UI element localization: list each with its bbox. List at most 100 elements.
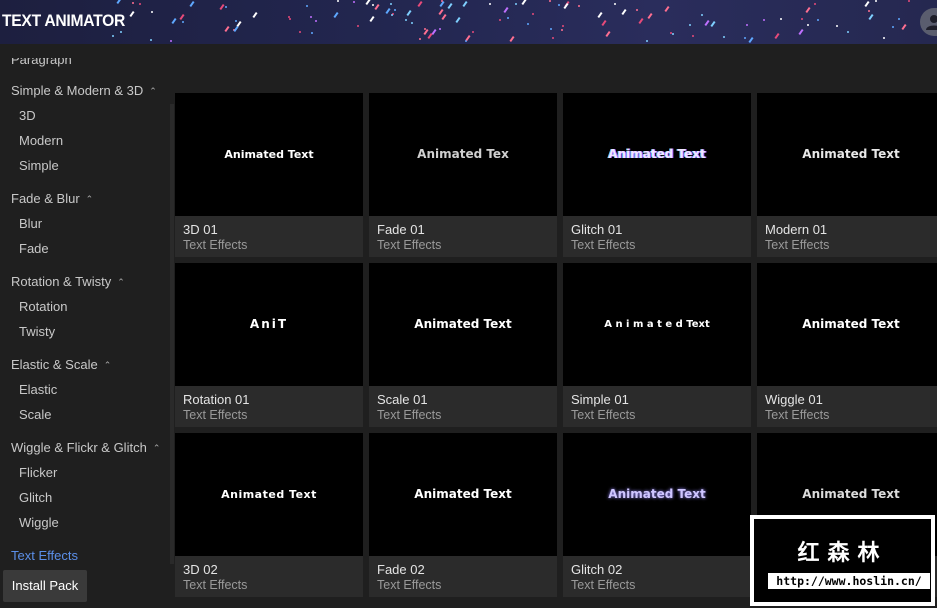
effect-card[interactable]: Animated Text Wiggle 01 Text Effects [757,263,937,427]
sidebar-item-flicker[interactable]: Flicker [19,465,57,480]
effect-card[interactable]: Animated Text Glitch 01 Text Effects [563,93,751,257]
sidebar-item-blur[interactable]: Blur [19,216,42,231]
header-confetti [225,6,227,8]
install-pack-button[interactable]: Install Pack [3,570,87,602]
header-confetti [139,3,141,5]
effect-card-title: Wiggle 01 [765,392,823,407]
header-confetti [748,36,754,44]
sidebar-scrollbar[interactable] [170,104,174,564]
header-confetti [723,36,725,38]
header-confetti [499,19,501,21]
header-confetti [311,32,313,34]
effect-preview-text: Animated Text [608,147,706,161]
sidebar-category-paragraph[interactable]: Paragraph [11,58,72,67]
effect-card[interactable]: Animated Tex Fade 01 Text Effects [369,93,557,257]
header-confetti [701,14,703,16]
app-title: TEXT ANIMATOR [2,11,125,30]
effect-card-title: 3D 02 [183,562,218,577]
effect-preview-thumbnail[interactable]: Animated Tex [369,93,557,216]
sidebar-category-label: Fade & Blur [11,191,80,206]
header-confetti [780,18,782,20]
effect-card-subtitle: Text Effects [183,578,248,592]
chevron-up-icon: ⌃ [103,360,112,370]
header-confetti [883,37,885,39]
header-confetti [235,20,237,22]
header-confetti [515,3,517,5]
effect-card-subtitle: Text Effects [377,408,442,422]
sidebar-category-wiggle-flickr-glitch[interactable]: Wiggle & Flickr & Glitch ⌃ [11,440,160,455]
effect-preview-thumbnail[interactable]: Animated Text [757,263,937,386]
effect-preview-thumbnail[interactable]: Animated Text [175,433,363,556]
header-confetti [807,24,809,26]
header-confetti [417,0,423,8]
header-confetti [646,40,648,42]
header-confetti [597,11,603,19]
effect-card-subtitle: Text Effects [377,238,442,252]
effect-preview-thumbnail[interactable]: AniT [175,263,363,386]
sidebar-item-fade[interactable]: Fade [19,241,49,256]
header-confetti [374,3,380,11]
sidebar-item-wiggle[interactable]: Wiggle [19,515,59,530]
sidebar-category-label: Simple & Modern & 3D [11,83,144,98]
effect-card[interactable]: A n i m a t e d Text Simple 01 Text Effect… [563,263,751,427]
header-confetti [385,7,391,15]
header-confetti [638,17,644,25]
header-confetti [455,16,461,24]
header-confetti [550,28,552,30]
sidebar-category-rotation-twisty[interactable]: Rotation & Twisty ⌃ [11,274,125,289]
header-confetti [120,31,122,33]
effect-card[interactable]: Animated Text Fade 02 Text Effects [369,433,557,597]
sidebar-category-simple-modern-3d[interactable]: Simple & Modern & 3D ⌃ [11,83,157,98]
header-confetti [532,13,534,15]
header-confetti [908,0,910,2]
effect-card[interactable]: Animated Text Modern 01 Text Effects [757,93,937,257]
effect-preview-thumbnail[interactable]: Animated Text [369,263,557,386]
effect-preview-thumbnail[interactable]: A n i m a t e d Text [563,263,751,386]
effect-preview-thumbnail[interactable]: Animated Text [563,433,751,556]
effect-card[interactable]: Animated Text Glitch 02 Text Effects [563,433,751,597]
sidebar-item-3d[interactable]: 3D [19,108,36,123]
header-confetti [774,32,780,40]
sidebar-item-glitch[interactable]: Glitch [19,490,52,505]
effect-card[interactable]: Animated Text 3D 02 Text Effects [175,433,363,597]
effect-card-title: Rotation 01 [183,392,250,407]
header-confetti [411,22,413,24]
chevron-up-icon: ⌃ [149,86,157,96]
header-confetti [562,25,564,27]
sidebar-item-simple[interactable]: Simple [19,158,59,173]
sidebar-item-rotation[interactable]: Rotation [19,299,67,314]
header-confetti [503,6,509,14]
sidebar-item-text-effects[interactable]: Text Effects [11,548,78,563]
sidebar-item-scale[interactable]: Scale [19,407,52,422]
effect-preview-thumbnail[interactable]: Animated Text [175,93,363,216]
sidebar-item-twisty[interactable]: Twisty [19,324,55,339]
effect-card-subtitle: Text Effects [571,238,636,252]
effect-preview-thumbnail[interactable]: Animated Text [563,93,751,216]
effect-preview-text: Animated Text [224,148,314,161]
effect-preview-thumbnail[interactable]: Animated Text [757,93,937,216]
header-confetti [306,5,308,7]
effect-preview-thumbnail[interactable]: Animated Text [369,433,557,556]
watermark-chinese-text: 红森林 [797,541,888,566]
header-confetti [310,16,312,18]
effect-card[interactable]: Animated Text Scale 01 Text Effects [369,263,557,427]
header-confetti [864,0,870,8]
header-confetti [462,0,468,8]
user-account-button[interactable] [920,8,937,36]
effect-preview-text: Animated Text [802,317,900,331]
header-confetti [252,11,258,19]
header-confetti [447,2,453,10]
effect-card-title: Simple 01 [571,392,629,407]
header-confetti [901,23,907,31]
sidebar-item-modern[interactable]: Modern [19,133,63,148]
header-confetti [182,21,184,23]
effect-card-subtitle: Text Effects [571,408,636,422]
header-confetti [357,25,359,27]
header-confetti [763,19,765,21]
sidebar-category-elastic-scale[interactable]: Elastic & Scale ⌃ [11,357,111,372]
effect-card[interactable]: AniT Rotation 01 Text Effects [175,263,363,427]
sidebar-category-fade-blur[interactable]: Fade & Blur ⌃ [11,191,93,206]
sidebar-item-elastic[interactable]: Elastic [19,382,57,397]
header-confetti [704,19,710,27]
effect-card[interactable]: Animated Text 3D 01 Text Effects [175,93,363,257]
